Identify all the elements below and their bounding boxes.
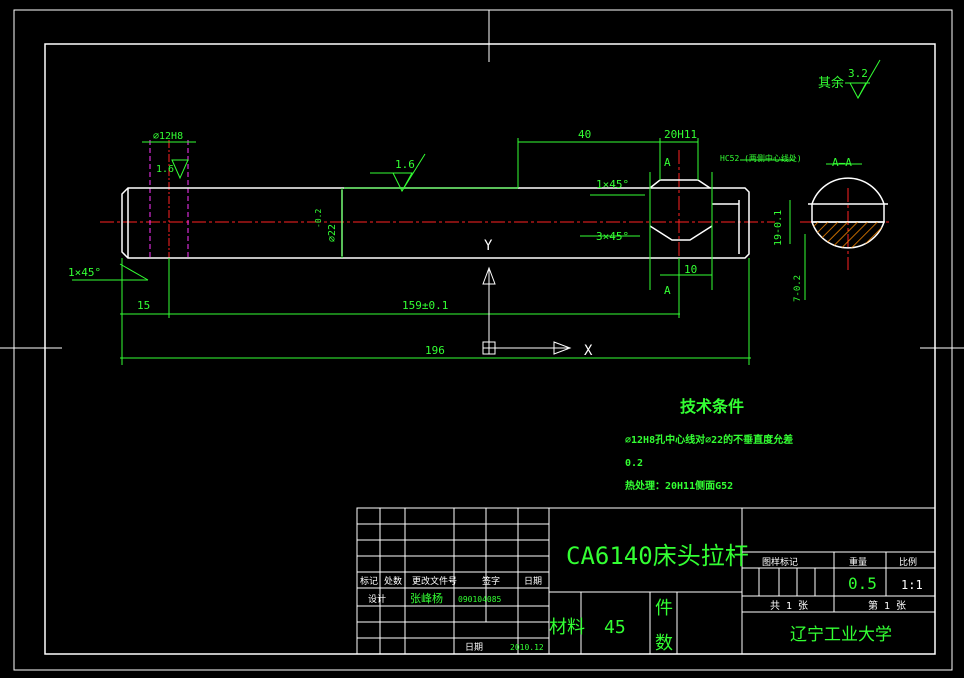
section-marker-bottom: A <box>664 284 671 297</box>
tb-header-mark: 标记 <box>360 575 378 587</box>
tb-designer-name: 张峰杨 <box>410 591 443 605</box>
dim-length-159: 159±0.1 <box>402 299 448 312</box>
dim-length-40: 40 <box>578 128 591 141</box>
tb-header-sign: 签字 <box>482 575 500 587</box>
dim-section-depth: 19-0.1 <box>773 210 784 246</box>
dim-chamfer-2: 1×45° <box>68 266 101 279</box>
tb-header-scale: 比例 <box>899 556 917 568</box>
tech-req-line-3: 热处理：20H11侧面G52 <box>625 479 733 492</box>
tb-qty-label-2: 数 <box>655 633 673 654</box>
cad-drawing-canvas[interactable]: 其余 3.2 1.6 1.6 ⌀12H8 40 20H11 HC52 (两侧中心… <box>0 0 964 678</box>
tb-total-sheets: 共 1 张 <box>770 600 808 612</box>
section-marker-top: A <box>664 156 671 169</box>
roughness-surface-1: 1.6 <box>395 158 415 171</box>
tb-material-value: 45 <box>604 617 626 638</box>
tech-req-title: 技术条件 <box>680 397 744 416</box>
dim-key-width: 7-0.2 <box>793 275 803 302</box>
tech-req-line-1: ⌀12H8孔中心线对⌀22的不垂直度允差 <box>625 433 793 446</box>
dim-chamfer-3: 3×45° <box>596 230 629 243</box>
dim-length-10: 10 <box>684 263 697 276</box>
dim-groove-width: 20H11 <box>664 128 697 141</box>
dim-length-196: 196 <box>425 344 445 357</box>
tb-material-label: 材料 <box>549 617 585 638</box>
tb-header-doc: 更改文件号 <box>412 575 457 587</box>
roughness-surface-2: 1.6 <box>156 164 174 175</box>
ucs-x-label: X <box>584 343 593 359</box>
dim-note-c52: HC52 (两侧中心线处) <box>720 153 802 163</box>
tb-student-id: 090104085 <box>458 595 502 604</box>
tb-header-weight: 重量 <box>849 556 867 568</box>
roughness-value: 3.2 <box>848 67 868 80</box>
dim-bore: ⌀12H8 <box>153 131 183 142</box>
ucs-y-label: Y <box>484 238 493 254</box>
tb-design-label: 设计 <box>368 593 386 605</box>
part-name: CA6140床头拉杆 <box>566 542 749 570</box>
tb-sheet-number: 第 1 张 <box>868 599 906 612</box>
section-view-label: A—A <box>832 156 852 169</box>
tb-school-name: 辽宁工业大学 <box>790 625 892 645</box>
tb-header-date: 日期 <box>524 576 542 587</box>
tb-scale-value: 1:1 <box>901 578 923 592</box>
tb-header-stage: 图样标记 <box>762 556 798 568</box>
tb-date-label: 日期 <box>465 642 483 653</box>
tb-qty-label-1: 件 <box>655 598 673 619</box>
tb-date-value: 2010.12 <box>510 643 544 652</box>
dim-chamfer-1: 1×45° <box>596 178 629 191</box>
tb-header-count: 处数 <box>384 575 402 587</box>
roughness-prefix: 其余 <box>818 75 844 91</box>
tb-weight-value: 0.5 <box>848 574 877 593</box>
dim-length-15: 15 <box>137 299 150 312</box>
tech-req-line-2: 0.2 <box>625 458 643 469</box>
dim-tolerance-22: -0.2 <box>314 209 323 228</box>
dim-diameter-22: ⌀22 <box>327 224 338 242</box>
